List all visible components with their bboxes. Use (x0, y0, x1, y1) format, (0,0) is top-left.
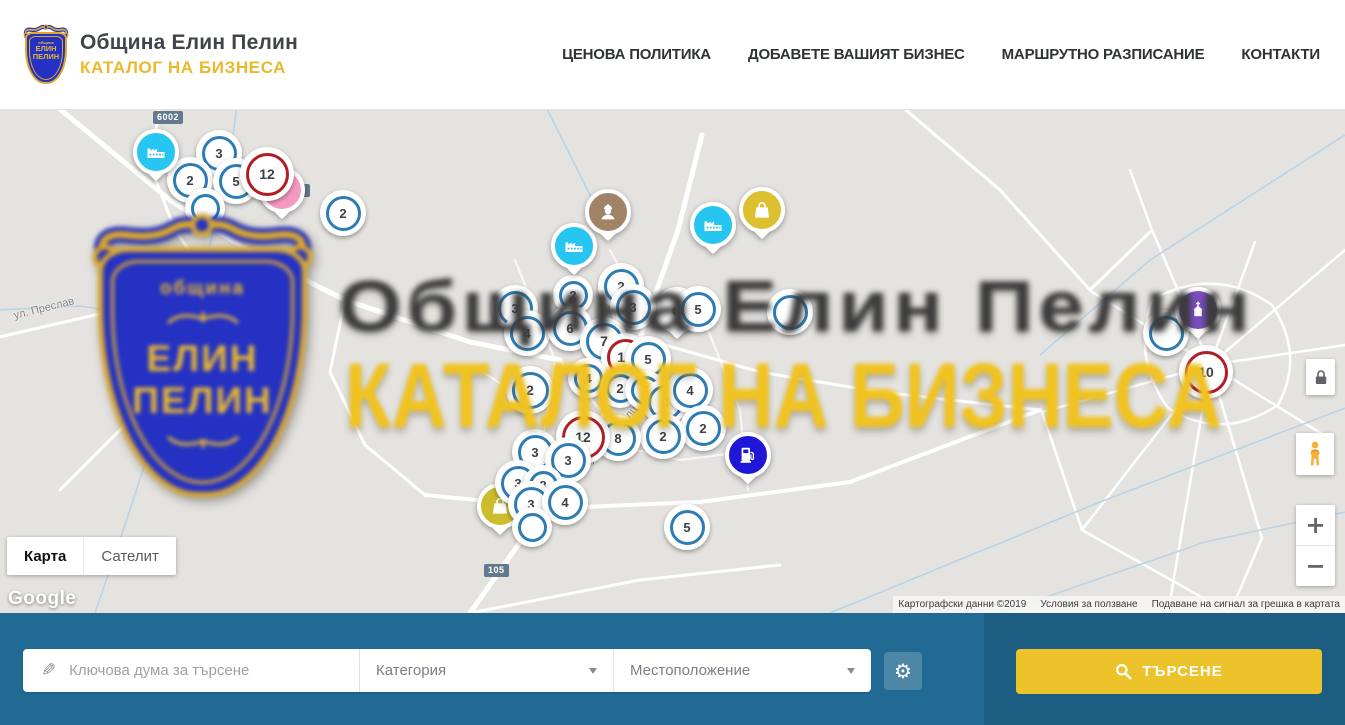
map-data-copyright: Картографски данни ©2019 (898, 599, 1026, 610)
bag-icon (739, 187, 785, 233)
map-pin-bag[interactable] (739, 187, 785, 247)
church-icon (1175, 287, 1221, 333)
advanced-search-gear-button[interactable]: ⚙ (884, 652, 922, 690)
map-cluster-marker[interactable]: 12 (240, 147, 294, 201)
map-pin-factory[interactable] (133, 129, 179, 189)
cluster-count (191, 194, 220, 223)
keyword-search-input[interactable] (69, 662, 347, 679)
map-cluster-marker[interactable] (512, 507, 552, 547)
map-pin-worker[interactable] (585, 189, 631, 249)
search-submit-button[interactable]: ТЪРСЕНЕ (1016, 649, 1322, 694)
cluster-count: 2 (326, 196, 361, 231)
keyword-field-wrapper: ✎ (23, 649, 360, 692)
cluster-count: 4 (574, 364, 603, 393)
location-dropdown[interactable]: Местоположение (614, 649, 871, 692)
nav-contacts[interactable]: КОНТАКТИ (1241, 46, 1320, 63)
map-pin-church[interactable] (1175, 287, 1221, 347)
pegman-button[interactable] (1296, 433, 1334, 475)
map-cluster-marker[interactable]: 2 (320, 190, 366, 236)
nav-pricing-policy[interactable]: ЦЕНОВА ПОЛИТИКА (562, 46, 711, 63)
cluster-count: 5 (670, 510, 705, 545)
search-button-label: ТЪРСЕНЕ (1142, 663, 1223, 680)
pencil-icon: ✎ (41, 660, 56, 681)
map-cluster-marker[interactable]: 2 (680, 405, 726, 451)
municipality-emblem: община ЕЛИН ПЕЛИН (22, 24, 70, 86)
cluster-count: 12 (246, 153, 289, 196)
google-logo[interactable]: Google (8, 588, 76, 610)
cluster-count: 2 (686, 411, 721, 446)
map-pin-fuel[interactable] (725, 432, 771, 492)
site-title: Община Елин Пелин (80, 31, 298, 55)
map-cluster-marker[interactable]: 5 (664, 504, 710, 550)
map-cluster-marker[interactable]: 10 (1179, 345, 1233, 399)
search-icon (1115, 663, 1132, 680)
map-markers-layer: 3251222233546713524278422812333834510 (0, 110, 1345, 613)
main-nav: ЦЕНОВА ПОЛИТИКА ДОБАВЕТЕ ВАШИЯТ БИЗНЕС М… (562, 46, 1320, 63)
factory-icon (690, 202, 736, 248)
cluster-count: 2 (646, 419, 681, 454)
category-dropdown-label: Категория (376, 662, 446, 679)
nav-add-your-business[interactable]: ДОБАВЕТЕ ВАШИЯТ БИЗНЕС (748, 46, 965, 63)
site-logo[interactable]: община ЕЛИН ПЕЛИН Община Елин Пелин КАТА… (22, 24, 298, 86)
map-attribution: Картографски данни ©2019 Условия за полз… (893, 596, 1345, 613)
emblem-text-name2: ПЕЛИН (33, 53, 59, 62)
page: община ЕЛИН ПЕЛИН Община Елин Пелин КАТА… (0, 0, 1345, 725)
map-cluster-marker[interactable] (767, 289, 813, 335)
cluster-count: 4 (510, 316, 545, 351)
report-map-error-link[interactable]: Подаване на сигнал за грешка в картата (1152, 599, 1340, 610)
lock-icon (1314, 369, 1328, 386)
zoom-in-button[interactable]: + (1296, 505, 1335, 546)
site-subtitle: КАТАЛОГ НА БИЗНЕСА (80, 58, 298, 78)
pegman-icon (1303, 440, 1327, 468)
worker-icon (585, 189, 631, 235)
zoom-control: + − (1296, 505, 1335, 586)
chevron-down-icon (589, 668, 597, 674)
satellite-view-button[interactable]: Сателит (84, 537, 176, 575)
map-cluster-marker[interactable]: 2 (640, 413, 686, 459)
cluster-count: 2 (512, 372, 549, 409)
lock-button[interactable] (1306, 359, 1335, 395)
cluster-count (773, 295, 808, 330)
map-cluster-marker[interactable] (185, 188, 225, 228)
search-bar: ✎ Категория Местоположение ⚙ ТЪРСЕНЕ (0, 613, 1345, 725)
cluster-count: 4 (673, 373, 708, 408)
map-view-button[interactable]: Карта (7, 537, 84, 575)
fuel-icon (725, 432, 771, 478)
location-dropdown-label: Местоположение (630, 662, 750, 679)
zoom-out-button[interactable]: − (1296, 546, 1335, 586)
chevron-down-icon (847, 668, 855, 674)
map-pin-factory[interactable] (690, 202, 736, 262)
category-dropdown[interactable]: Категория (360, 649, 614, 692)
nav-route-schedule[interactable]: МАРШРУТНО РАЗПИСАНИЕ (1002, 46, 1205, 63)
google-map[interactable]: 60023105ул. Преславбул. „Новоселци“ 3251… (0, 110, 1345, 613)
cluster-count: 4 (548, 485, 583, 520)
factory-icon (133, 129, 179, 175)
header: община ЕЛИН ПЕЛИН Община Елин Пелин КАТА… (0, 0, 1345, 110)
cluster-count: 5 (681, 292, 716, 327)
cluster-count: 3 (616, 290, 651, 325)
map-cluster-marker[interactable]: 2 (506, 366, 554, 414)
map-cluster-marker[interactable]: 5 (675, 286, 721, 332)
map-cluster-marker[interactable]: 4 (504, 310, 550, 356)
map-type-control: Карта Сателит (7, 537, 176, 575)
cluster-count: 10 (1185, 351, 1228, 394)
gear-icon: ⚙ (894, 659, 912, 683)
terms-of-use-link[interactable]: Условия за ползване (1040, 599, 1137, 610)
search-box: ✎ Категория Местоположение (23, 649, 871, 692)
cluster-count (518, 513, 547, 542)
